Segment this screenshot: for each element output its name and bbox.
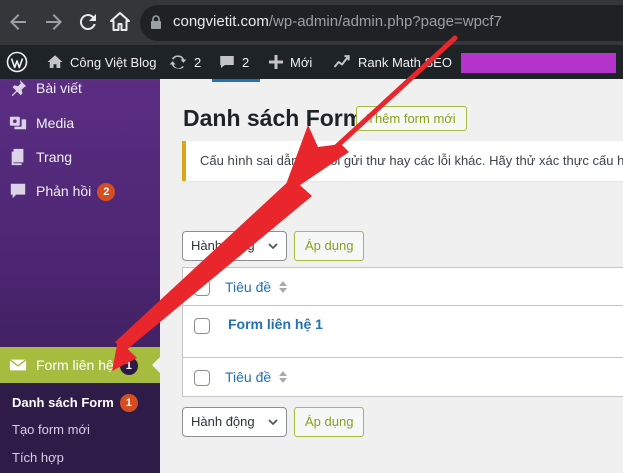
sidebar-item-label: Media — [36, 115, 75, 131]
reload-icon[interactable] — [76, 10, 100, 34]
form-title-link[interactable]: Form liên hệ 1 — [228, 316, 323, 332]
sidebar-item-label: Bài viết — [36, 80, 82, 96]
comments-link[interactable]: 2 — [218, 45, 249, 79]
comment-icon — [220, 56, 234, 68]
sidebar-item-media[interactable]: Media — [0, 106, 160, 140]
sidebar-item-label: Phản hồi 2 — [36, 183, 116, 201]
home-icon — [47, 55, 63, 68]
form-list-badge: 1 — [119, 394, 138, 412]
sidebar-item-contact-forms[interactable]: Form liên hệ 1 — [0, 347, 160, 383]
forward-arrow-icon[interactable] — [42, 10, 66, 34]
site-name: Công Việt Blog — [70, 54, 157, 70]
submenu-item-integration[interactable]: Tích hợp — [12, 450, 64, 465]
sidebar-item-posts[interactable]: Bài viết — [0, 71, 160, 105]
envelope-icon — [9, 356, 27, 374]
sidebar-item-label: Form liên hệ 1 — [36, 357, 138, 375]
bulk-action-value: Hành động — [191, 238, 255, 253]
column-title-footer[interactable]: Tiêu đề — [225, 369, 289, 385]
apply-button[interactable]: Áp dụng — [294, 231, 365, 261]
sidebar-item-label: Trang — [36, 149, 73, 165]
comments-badge: 2 — [97, 183, 116, 201]
sort-icon — [277, 280, 289, 294]
rank-math-icon — [333, 55, 350, 68]
sidebar-item-comments[interactable]: Phản hồi 2 — [0, 174, 160, 208]
current-menu-arrow — [152, 357, 160, 373]
column-title-label: Tiêu đề — [225, 369, 272, 385]
redacted-area — [461, 53, 616, 73]
comments-label: Phản hồi — [36, 183, 92, 199]
row-checkbox[interactable] — [194, 318, 210, 334]
contact-forms-submenu: Danh sách Form 1 Tạo form mới Tích hợp — [0, 383, 160, 473]
chevron-down-icon — [267, 240, 279, 252]
url-domain: congvietit.com — [173, 13, 269, 30]
rank-math-label: Rank Math SEO — [358, 54, 452, 70]
submenu-label: Danh sách Form — [12, 395, 114, 410]
new-content-link[interactable]: Mới — [268, 45, 312, 79]
forms-table: Tiêu đề Form liên hệ 1 Tiêu đề — [182, 267, 623, 397]
forms-badge: 1 — [119, 357, 138, 375]
pages-icon — [9, 148, 27, 166]
home-icon[interactable] — [108, 10, 132, 34]
page-title: Danh sách Form — [183, 105, 364, 131]
select-all-checkbox-footer[interactable] — [194, 370, 210, 386]
url-path: /wp-admin/admin.php?page=wpcf7 — [268, 13, 502, 30]
updates-count: 2 — [194, 54, 202, 70]
plus-icon — [269, 55, 283, 69]
back-arrow-icon[interactable] — [6, 10, 30, 34]
comment-icon — [9, 182, 27, 200]
chevron-down-icon — [267, 416, 279, 428]
select-all-checkbox[interactable] — [194, 280, 210, 296]
screen-options-tab[interactable] — [212, 79, 260, 82]
main-content: Danh sách Form Thêm form mới Cấu hình sa… — [160, 79, 623, 473]
media-icon — [9, 114, 27, 132]
forms-label: Form liên hệ — [36, 357, 114, 373]
rank-math-link[interactable]: Rank Math SEO — [332, 45, 452, 79]
admin-sidebar: Bài viết Media Trang Phản hồi 2 Form liên… — [0, 79, 160, 473]
url-text[interactable]: congvietit.com/wp-admin/admin.php?page=w… — [173, 13, 502, 30]
bulk-action-select[interactable]: Hành động — [182, 231, 287, 261]
bulk-action-value: Hành động — [191, 414, 255, 429]
new-label: Mới — [290, 54, 313, 70]
table-footer: Tiêu đề — [183, 358, 623, 397]
bulk-action-select-bottom[interactable]: Hành động — [182, 407, 287, 437]
table-header: Tiêu đề — [183, 268, 623, 306]
submenu-item-form-list[interactable]: Danh sách Form 1 — [12, 394, 138, 412]
warning-notice: Cấu hình sai dẫn đến lỗi gửi thư hay các… — [182, 141, 623, 181]
column-title-header[interactable]: Tiêu đề — [225, 279, 289, 295]
submenu-item-add-new-form[interactable]: Tạo form mới — [12, 422, 90, 437]
comments-count: 2 — [242, 54, 250, 70]
updates-icon — [169, 55, 187, 69]
notice-text: Cấu hình sai dẫn đến lỗi gửi thư hay các… — [200, 153, 623, 168]
browser-toolbar: congvietit.com/wp-admin/admin.php?page=w… — [0, 0, 623, 45]
sidebar-item-pages[interactable]: Trang — [0, 140, 160, 174]
column-title-label: Tiêu đề — [225, 279, 272, 295]
sort-icon — [277, 370, 289, 384]
apply-button-bottom[interactable]: Áp dụng — [294, 407, 365, 437]
table-row: Form liên hệ 1 — [183, 306, 623, 358]
lock-icon[interactable] — [148, 14, 164, 30]
pin-icon — [9, 79, 27, 97]
add-new-form-button[interactable]: Thêm form mới — [356, 106, 467, 131]
updates-link[interactable]: 2 — [168, 45, 201, 79]
